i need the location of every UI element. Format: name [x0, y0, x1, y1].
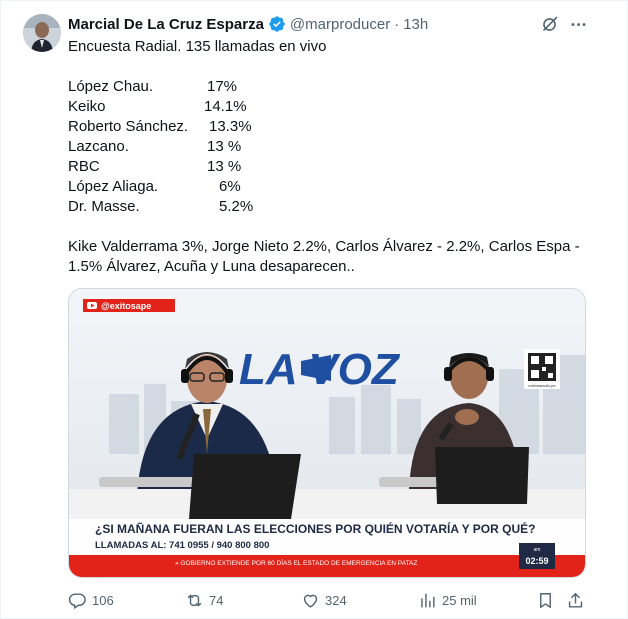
like-count: 324 — [325, 592, 347, 608]
poll-row: RBC 13 % — [68, 157, 608, 177]
lower-third-phone: LLAMADAS AL: 741 0955 / 940 800 800 — [95, 540, 269, 551]
poll-percent: 5.2% — [219, 198, 254, 215]
media-video-thumbnail[interactable]: @exitosape LA VOZ exitosaradio.pe ¿SI MA… — [68, 288, 586, 578]
reply-icon — [68, 592, 86, 609]
poll-percent: 13.3% — [209, 118, 252, 135]
views-icon — [421, 592, 435, 608]
bookmark-icon — [540, 592, 551, 608]
repost-count: 74 — [209, 592, 224, 608]
tweet-footer-line: 1.5% Álvarez, Acuña y Luna desaparecen.. — [68, 258, 355, 275]
clock: 02:59 — [525, 556, 548, 566]
author-handle[interactable]: @marproducer — [290, 16, 390, 33]
share-icon — [568, 592, 583, 608]
clock-box: am 02:59 — [519, 543, 555, 569]
avatar[interactable] — [23, 14, 61, 52]
repost-icon — [187, 594, 202, 606]
share-button[interactable] — [566, 589, 585, 611]
like-icon — [303, 594, 318, 608]
poll-candidate: RBC — [68, 158, 100, 175]
lower-third: ¿SI MAÑANA FUERAN LAS ELECCIONES POR QUI… — [69, 519, 585, 555]
poll-candidate: López Aliaga. — [68, 178, 159, 195]
poll-row: Dr. Masse. 5.2% — [68, 197, 608, 217]
poll-percent: 6% — [219, 178, 241, 195]
poll-percent: 17% — [207, 78, 238, 95]
bookmark-button[interactable] — [536, 589, 555, 611]
grok-icon[interactable] — [538, 13, 560, 35]
ticker-text: » GOBIERNO EXTIENDE POR 60 DÍAS EL ESTAD… — [175, 558, 417, 567]
poll-row: López Chau. 17% — [68, 77, 608, 97]
channel-tag-text: @exitosape — [101, 301, 151, 311]
poll-row: Lazcano. 13 % — [68, 137, 608, 157]
poll-row: López Aliaga. 6% — [68, 177, 608, 197]
action-bar: 106 74 324 25 mil — [68, 589, 588, 611]
poll-percent: 13 % — [207, 138, 242, 155]
tweet-card: Marcial De La Cruz Esparza @marproducer … — [0, 0, 628, 619]
reply-count: 106 — [92, 592, 114, 608]
post-time[interactable]: 13h — [403, 16, 428, 33]
like-button[interactable]: 324 — [301, 589, 347, 611]
clock-label: am — [534, 547, 541, 553]
qr-caption: exitosaradio.pe — [528, 383, 556, 388]
repost-button[interactable]: 74 — [185, 589, 223, 611]
views-button[interactable]: 25 mil — [418, 589, 477, 611]
tweet-header: Marcial De La Cruz Esparza @marproducer … — [68, 13, 428, 35]
poll-candidate: Roberto Sánchez. — [68, 118, 189, 135]
poll-candidate: Dr. Masse. — [68, 198, 140, 215]
lower-third-question: ¿SI MAÑANA FUERAN LAS ELECCIONES POR QUI… — [95, 521, 535, 536]
poll-percent: 13 % — [207, 158, 242, 175]
tweet-headline: Encuesta Radial. 135 llamadas en vivo — [68, 38, 327, 55]
qr-code: exitosaradio.pe — [524, 349, 560, 389]
reply-button[interactable]: 106 — [68, 589, 114, 611]
more-icon[interactable] — [567, 13, 589, 35]
poll-candidate: Keiko — [68, 98, 106, 115]
poll-candidate: Lazcano. — [68, 138, 129, 155]
poll-row: Keiko 14.1% — [68, 97, 608, 117]
tweet-text: Encuesta Radial. 135 llamadas en vivo Ló… — [68, 37, 608, 277]
poll-percent: 14.1% — [204, 98, 247, 115]
studio-sign: LA VOZ — [239, 345, 401, 394]
author-name[interactable]: Marcial De La Cruz Esparza — [68, 16, 264, 33]
channel-tag: @exitosape — [83, 299, 175, 312]
verified-badge-icon — [268, 15, 286, 33]
separator-dot: · — [394, 15, 400, 33]
tweet-footer-line: Kike Valderrama 3%, Jorge Nieto 2.2%, Ca… — [68, 238, 580, 255]
views-count: 25 mil — [442, 592, 477, 608]
studio-sign-text: LA VOZ — [239, 345, 401, 394]
ticker: » GOBIERNO EXTIENDE POR 60 DÍAS EL ESTAD… — [69, 555, 585, 577]
poll-row: Roberto Sánchez. 13.3% — [68, 117, 608, 137]
poll-candidate: López Chau. — [68, 78, 154, 95]
